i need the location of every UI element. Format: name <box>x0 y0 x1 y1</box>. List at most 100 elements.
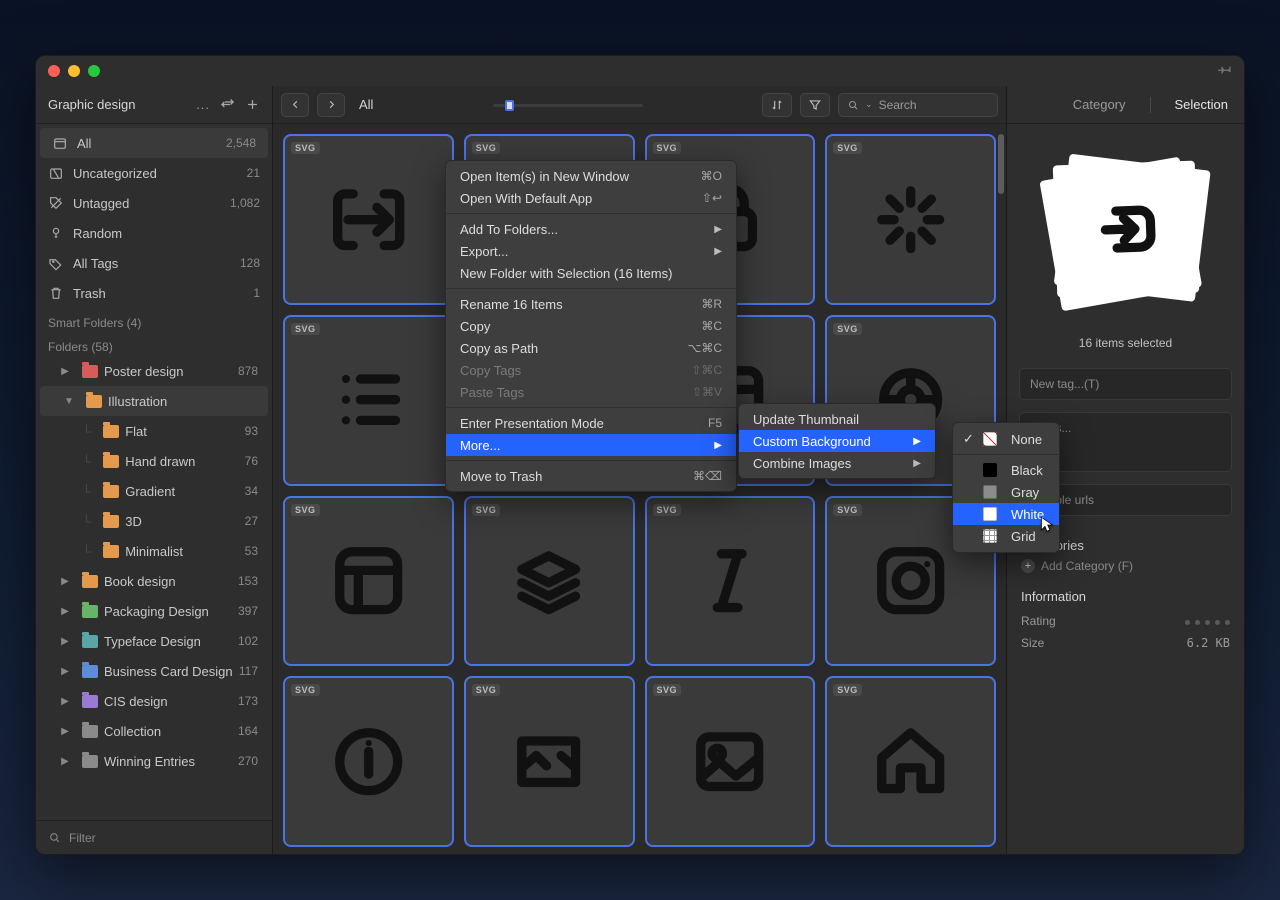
sm-combine-images[interactable]: Combine Images▶ <box>739 452 935 474</box>
folder-row[interactable]: └Minimalist53 <box>36 536 272 566</box>
disclosure-icon[interactable]: ▶ <box>60 576 70 587</box>
thumbnail[interactable]: SVG <box>825 676 996 847</box>
pin-icon[interactable] <box>1218 62 1232 81</box>
bg-white[interactable]: White <box>953 503 1059 525</box>
disclosure-icon[interactable]: ▼ <box>64 396 74 407</box>
sidebar-uncategorized[interactable]: Uncategorized21 <box>36 158 272 188</box>
bg-none[interactable]: ✓None <box>953 428 1059 450</box>
thumbnail[interactable]: SVG <box>283 315 454 486</box>
filter-button[interactable] <box>800 93 830 117</box>
window-minimize[interactable] <box>68 65 80 77</box>
folder-row[interactable]: ▶Poster design878 <box>36 356 272 386</box>
rating-control[interactable] <box>1180 614 1230 628</box>
nav-back-button[interactable] <box>281 93 309 117</box>
sidebar-random[interactable]: Random <box>36 218 272 248</box>
disclosure-icon[interactable]: ▶ <box>60 756 70 767</box>
cm-add-to-folders[interactable]: Add To Folders...▶ <box>446 218 736 240</box>
folder-row[interactable]: ▼Illustration <box>40 386 268 416</box>
thumbnail[interactable]: SVG <box>464 496 635 667</box>
sm-custom-background[interactable]: Custom Background▶ <box>739 430 935 452</box>
sidebar-all[interactable]: All 2,548 <box>40 128 268 158</box>
folder-row[interactable]: ▶Typeface Design102 <box>36 626 272 656</box>
cm-open-new-window[interactable]: Open Item(s) in New Window⌘O <box>446 165 736 187</box>
toolbar: All ⌄ Search <box>273 86 1006 124</box>
size-label: Size <box>1021 636 1044 650</box>
disclosure-icon[interactable]: ▶ <box>60 636 70 647</box>
thumbnail[interactable]: SVG <box>825 134 996 305</box>
tab-category[interactable]: Category <box>1073 97 1126 112</box>
folder-row[interactable]: └Hand drawn76 <box>36 446 272 476</box>
cm-presentation[interactable]: Enter Presentation ModeF5 <box>446 412 736 434</box>
size-value: 6.2 KB <box>1187 636 1230 650</box>
cm-copy-path[interactable]: Copy as Path⌥⌘C <box>446 337 736 359</box>
folder-row[interactable]: └3D27 <box>36 506 272 536</box>
sidebar-trash[interactable]: Trash1 <box>36 278 272 308</box>
folder-row[interactable]: ▶CIS design173 <box>36 686 272 716</box>
window-close[interactable] <box>48 65 60 77</box>
folder-icon <box>82 755 98 768</box>
disclosure-icon[interactable]: ▶ <box>60 666 70 677</box>
bg-gray[interactable]: Gray <box>953 481 1059 503</box>
disclosure-icon[interactable]: ▶ <box>60 696 70 707</box>
nav-forward-button[interactable] <box>317 93 345 117</box>
cm-open-default-app[interactable]: Open With Default App⇧↩ <box>446 187 736 209</box>
format-badge: SVG <box>291 142 320 154</box>
disclosure-icon[interactable]: ▶ <box>60 606 70 617</box>
disclosure-icon[interactable]: ▶ <box>60 726 70 737</box>
folder-icon <box>82 665 98 678</box>
search-scope-chevron-icon[interactable]: ⌄ <box>865 99 873 110</box>
disclosure-icon[interactable]: ▶ <box>60 366 70 377</box>
folder-row[interactable]: └Flat93 <box>36 416 272 446</box>
sidebar-all-count: 2,548 <box>226 136 256 150</box>
sidebar-all-label: All <box>77 136 91 151</box>
grid-scrollbar[interactable] <box>998 134 1004 194</box>
smart-folders-label[interactable]: Smart Folders (4) <box>36 308 272 332</box>
thumbnail[interactable]: SVG <box>283 496 454 667</box>
folder-icon <box>103 515 119 528</box>
folder-row[interactable]: ▶Book design153 <box>36 566 272 596</box>
folder-label: Hand drawn <box>125 454 238 469</box>
cm-export[interactable]: Export...▶ <box>446 240 736 262</box>
sidebar-all-tags[interactable]: All Tags128 <box>36 248 272 278</box>
tab-selection[interactable]: Selection <box>1175 97 1228 112</box>
folder-row[interactable]: ▶Winning Entries270 <box>36 746 272 776</box>
cm-copy[interactable]: Copy⌘C <box>446 315 736 337</box>
add-icon[interactable] <box>245 97 260 112</box>
folder-icon <box>103 455 119 468</box>
context-menu: Open Item(s) in New Window⌘O Open With D… <box>445 160 737 492</box>
cm-more[interactable]: More...▶ <box>446 434 736 456</box>
add-category-button[interactable]: + Add Category (F) <box>1007 559 1244 573</box>
thumbnail-size-slider[interactable] <box>493 98 643 112</box>
format-badge: SVG <box>653 504 682 516</box>
new-tag-input[interactable]: New tag...(T) <box>1019 368 1232 400</box>
thumbnail[interactable]: SVG <box>283 676 454 847</box>
thumbnail[interactable]: SVG <box>464 676 635 847</box>
bg-grid[interactable]: Grid <box>953 525 1059 547</box>
sidebar-filter[interactable]: Filter <box>36 820 272 854</box>
folder-row[interactable]: └Gradient34 <box>36 476 272 506</box>
folder-label: Winning Entries <box>104 754 232 769</box>
folder-label: Business Card Design <box>104 664 233 679</box>
thumbnail[interactable]: SVG <box>283 134 454 305</box>
sidebar-untagged[interactable]: Untagged1,082 <box>36 188 272 218</box>
folder-icon <box>86 395 102 408</box>
folders-label[interactable]: Folders (58) <box>36 332 272 356</box>
thumbnail[interactable]: SVG <box>645 676 816 847</box>
bg-black[interactable]: Black <box>953 459 1059 481</box>
thumbnail[interactable]: SVG <box>645 496 816 667</box>
breadcrumb[interactable]: All <box>353 97 373 112</box>
sort-button[interactable] <box>762 93 792 117</box>
folder-icon <box>82 365 98 378</box>
folder-row[interactable]: ▶Business Card Design117 <box>36 656 272 686</box>
search-input[interactable]: ⌄ Search <box>838 93 998 117</box>
library-more[interactable]: ... <box>194 97 210 112</box>
cm-move-trash[interactable]: Move to Trash⌘⌫ <box>446 465 736 487</box>
library-name: Graphic design <box>48 97 194 112</box>
folder-row[interactable]: ▶Packaging Design397 <box>36 596 272 626</box>
cm-rename[interactable]: Rename 16 Items⌘R <box>446 293 736 315</box>
swap-library-icon[interactable] <box>220 97 235 112</box>
sm-update-thumbnail[interactable]: Update Thumbnail <box>739 408 935 430</box>
folder-row[interactable]: ▶Collection164 <box>36 716 272 746</box>
cm-new-folder-selection[interactable]: New Folder with Selection (16 Items) <box>446 262 736 284</box>
window-zoom[interactable] <box>88 65 100 77</box>
